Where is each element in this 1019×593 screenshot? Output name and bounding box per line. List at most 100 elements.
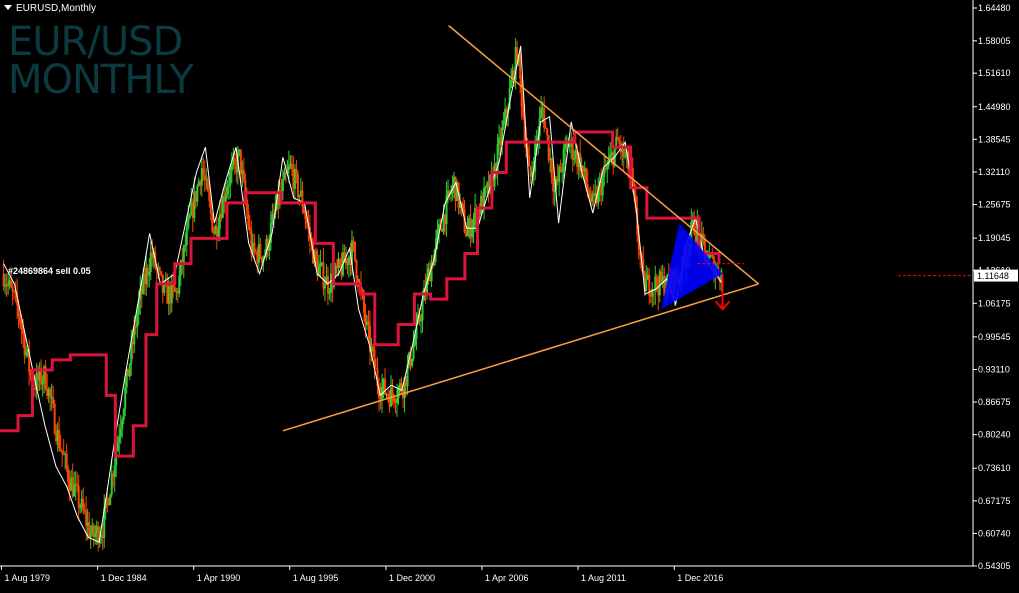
- dropdown-triangle-icon[interactable]: [4, 5, 12, 10]
- candle-body: [562, 148, 565, 171]
- price-tick-label: 1.38545: [978, 134, 1011, 144]
- candle-body: [281, 179, 284, 192]
- price-tick-label: 0.99545: [978, 332, 1011, 342]
- candle-body: [367, 321, 370, 326]
- candle-body: [208, 191, 211, 201]
- time-tick-label: 1 Dec 1984: [101, 573, 147, 583]
- candle-body: [2, 273, 5, 287]
- candle-body: [25, 351, 28, 356]
- candle-body: [52, 397, 55, 404]
- candle-body: [121, 419, 124, 429]
- candle-body: [226, 186, 229, 194]
- candle-body: [242, 170, 245, 181]
- candle-body: [227, 185, 230, 187]
- candle-body: [188, 214, 191, 218]
- candle-body: [302, 206, 305, 214]
- candle-body: [296, 174, 299, 198]
- candle-body: [230, 164, 233, 172]
- candle-body: [544, 127, 547, 129]
- candle-body: [233, 158, 236, 162]
- price-tick-label: 0.80240: [978, 430, 1011, 440]
- candle-body: [73, 485, 76, 497]
- candle-body: [94, 533, 97, 537]
- candle-body: [338, 258, 341, 266]
- price-tick-label: 0.60740: [978, 528, 1011, 538]
- candle-body: [67, 467, 70, 483]
- candle-body: [355, 260, 358, 279]
- candle-body: [158, 267, 161, 271]
- candle-body: [206, 179, 209, 192]
- symbol-timeframe-label: EURUSD,Monthly: [16, 3, 97, 14]
- upper-trendline[interactable]: [448, 25, 760, 285]
- candle-body: [65, 453, 68, 468]
- candle-body: [396, 398, 399, 404]
- candle-body: [550, 158, 553, 178]
- candle-body: [616, 137, 619, 141]
- price-tick-label: 1.64480: [978, 3, 1011, 13]
- candle-body: [466, 229, 469, 237]
- price-tick-label: 1.44980: [978, 102, 1011, 112]
- price-tick-label: 1.19045: [978, 233, 1011, 243]
- watermark-pair: EUR/USD: [8, 19, 183, 65]
- candle-body: [10, 280, 13, 287]
- candle-body: [184, 245, 187, 247]
- candle-body: [510, 80, 513, 89]
- candle-body: [224, 193, 227, 202]
- time-tick-label: 1 Dec 2000: [389, 573, 435, 583]
- candle-body: [585, 168, 588, 185]
- candle-body: [374, 367, 377, 369]
- candle-body: [543, 107, 546, 128]
- candle-body: [116, 441, 119, 451]
- candle-body: [19, 315, 22, 325]
- candle-body: [412, 345, 415, 360]
- candle-body: [420, 320, 423, 322]
- candle-body: [247, 211, 250, 227]
- candle-body: [271, 214, 274, 223]
- candle-body: [552, 177, 555, 192]
- time-tick-label: 1 Apr 1990: [197, 573, 241, 583]
- candle-body: [655, 276, 658, 287]
- symbol-timeframe-header[interactable]: EURUSD,Monthly: [4, 3, 96, 14]
- series-layer: [0, 45, 723, 543]
- candle-body: [173, 287, 176, 292]
- candle-body: [253, 242, 256, 251]
- candle-body: [564, 144, 567, 149]
- annotation-layer: [282, 25, 971, 432]
- candle-body: [322, 262, 325, 289]
- candle-body: [211, 213, 214, 232]
- time-tick-label: 1 Aug 1979: [4, 573, 50, 583]
- candle-body: [314, 250, 317, 261]
- candle-body: [522, 106, 525, 116]
- candle-body: [472, 218, 475, 229]
- time-tick-label: 1 Aug 2011: [581, 573, 626, 583]
- candle-body: [22, 330, 25, 335]
- candle-body: [124, 387, 127, 409]
- candle-body: [83, 509, 86, 512]
- candle-body: [7, 283, 10, 286]
- trade-order-label[interactable]: #24869864 sell 0.05: [8, 266, 91, 276]
- candle-body: [624, 155, 627, 158]
- candle-body: [11, 286, 14, 292]
- price-tick-label: 1.06175: [978, 298, 1011, 308]
- candle-body: [185, 227, 188, 246]
- candle-body: [711, 255, 714, 257]
- watermark-timeframe: MONTHLY: [8, 57, 194, 103]
- price-tick-label: 1.58005: [978, 36, 1011, 46]
- candle-body: [20, 324, 23, 331]
- candle-body: [182, 245, 185, 265]
- candle-body: [58, 429, 61, 449]
- candle-body: [118, 436, 121, 442]
- candle-body: [547, 135, 550, 160]
- candle-body: [187, 217, 190, 228]
- candle-body: [568, 145, 571, 147]
- candle-body: [371, 346, 374, 350]
- candle-body: [49, 389, 52, 398]
- candle-body: [326, 276, 329, 294]
- candle-body: [528, 155, 531, 167]
- candle-body: [561, 170, 564, 173]
- lower-trendline[interactable]: [282, 283, 759, 432]
- candle-body: [41, 381, 44, 385]
- price-tick-label: 0.54305: [978, 561, 1011, 571]
- candle-body: [601, 177, 604, 196]
- candle-body: [79, 507, 82, 509]
